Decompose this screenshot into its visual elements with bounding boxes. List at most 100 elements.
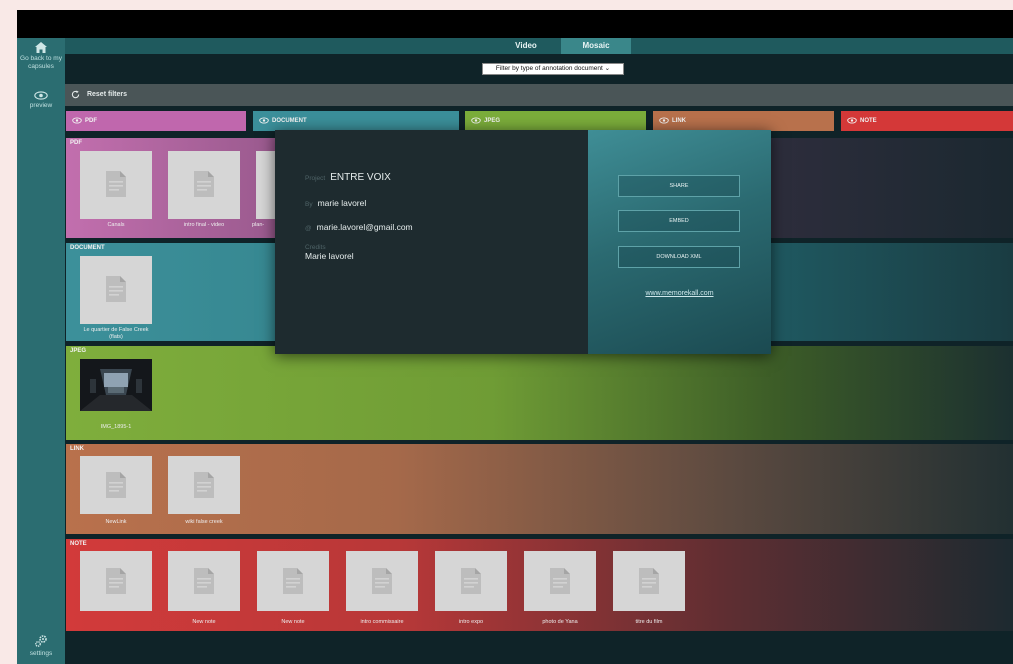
reset-filters-button[interactable]: Reset filters — [71, 84, 127, 106]
photo-thumbnail — [80, 359, 152, 411]
refresh-icon — [71, 90, 80, 98]
settings-button[interactable]: settings — [17, 634, 65, 658]
card-label: intro commissaire — [360, 619, 404, 625]
memorekall-link[interactable]: www.memorekall.com — [588, 290, 771, 297]
modal-info-panel: Project ENTRE VOIX By marie lavorel @ marie… — [275, 130, 588, 354]
eye-icon — [259, 117, 269, 124]
document-icon — [106, 276, 126, 302]
eye-icon — [471, 117, 481, 124]
filter-tab-link-label: LINK — [672, 118, 686, 124]
section-note-title: NOTE — [70, 541, 87, 547]
annotation-type-select[interactable]: Filter by type of annotation document ⌄ — [482, 63, 624, 75]
document-icon — [194, 568, 214, 594]
link-card-newlink[interactable] — [80, 456, 152, 514]
document-icon — [106, 171, 126, 197]
card-label: IMG_1895-1 — [100, 424, 132, 430]
author-line: By marie lavorel — [305, 198, 366, 208]
sidebar: Go back to my capsules preview settings — [17, 38, 65, 664]
filter-tab-jpeg[interactable]: JPEG — [465, 111, 646, 131]
tab-mosaic[interactable]: Mosaic — [561, 38, 631, 54]
preview-button-label: preview — [29, 102, 53, 109]
gears-icon — [35, 635, 47, 647]
document-icon — [106, 472, 126, 498]
author-label: By — [305, 201, 313, 208]
section-link: LINK NewLink wiki false creek — [66, 444, 1013, 534]
credits-value: Marie lavorel — [305, 251, 354, 261]
filter-tab-note[interactable]: NOTE — [841, 111, 1013, 131]
card-label: intro expo — [458, 619, 484, 625]
filter-bar: Filter by type of annotation document ⌄ — [65, 54, 1013, 84]
note-card-intro-commissaire[interactable] — [346, 551, 418, 611]
download-xml-button[interactable]: DOWNLOAD XML — [618, 246, 740, 268]
pdf-card-canals[interactable] — [80, 151, 152, 219]
note-card-photo-de-yana[interactable] — [524, 551, 596, 611]
card-label: photo de Yana — [542, 619, 578, 625]
author-email: marie.lavorel@gmail.com — [316, 222, 413, 232]
preview-button[interactable]: preview — [17, 91, 65, 110]
pdf-card-plan[interactable] — [256, 151, 276, 219]
modal-actions-panel: SHARE EMBED DOWNLOAD XML www.memorekall.… — [588, 130, 771, 354]
section-document-title: DOCUMENT — [70, 245, 105, 251]
eye-icon — [34, 91, 48, 100]
app-window: Go back to my capsules preview settings … — [17, 10, 1013, 664]
note-card-new-note-2[interactable] — [257, 551, 329, 611]
note-card-1[interactable] — [80, 551, 152, 611]
section-pdf-title: PDF — [70, 140, 82, 146]
note-card-intro-expo[interactable] — [435, 551, 507, 611]
section-note: NOTE New note New note intro commissaire… — [66, 539, 1013, 631]
share-modal: Project ENTRE VOIX By marie lavorel @ marie… — [275, 130, 771, 354]
card-label: wiki false creek — [185, 519, 223, 525]
eye-icon — [659, 117, 669, 124]
section-jpeg: JPEG IMG_1895-1 — [66, 346, 1013, 440]
embed-button[interactable]: EMBED — [618, 210, 740, 232]
card-label: NewLink — [105, 519, 127, 525]
eye-icon — [72, 117, 82, 124]
document-card-false-creek[interactable] — [80, 256, 152, 324]
filter-tab-link[interactable]: LINK — [653, 111, 834, 131]
credits-line: Credits Marie lavorel — [305, 244, 354, 261]
home-button-label: Go back to my capsules — [20, 55, 62, 70]
document-icon — [461, 568, 481, 594]
pdf-card-intro-final-video[interactable] — [168, 151, 240, 219]
eye-icon — [847, 117, 857, 124]
section-jpeg-title: JPEG — [70, 348, 87, 354]
card-label: Canals — [107, 222, 125, 228]
document-icon — [194, 171, 214, 197]
jpeg-card-img-1895[interactable] — [80, 359, 152, 411]
document-icon — [372, 568, 392, 594]
card-label: New note — [281, 619, 305, 625]
filter-tab-document-label: DOCUMENT — [272, 118, 307, 124]
reset-filters-label: Reset filters — [86, 91, 128, 98]
document-icon — [639, 568, 659, 594]
card-label: New note — [192, 619, 216, 625]
filter-tab-note-label: NOTE — [860, 118, 877, 124]
document-icon — [283, 568, 303, 594]
card-label: intro final - video — [183, 222, 225, 228]
at-label: @ — [305, 225, 312, 232]
filter-tab-pdf-label: PDF — [85, 118, 97, 124]
note-card-new-note-1[interactable] — [168, 551, 240, 611]
card-label: titre du film — [635, 619, 663, 625]
tab-video[interactable]: Video — [491, 38, 561, 54]
home-button[interactable]: Go back to my capsules — [17, 42, 65, 70]
filter-tab-jpeg-label: JPEG — [484, 118, 501, 124]
author-name: marie lavorel — [317, 198, 367, 208]
share-button[interactable]: SHARE — [618, 175, 740, 197]
note-card-titre-du-film[interactable] — [613, 551, 685, 611]
filter-tab-document[interactable]: DOCUMENT — [253, 111, 459, 131]
reset-filters-bar: Reset filters — [65, 84, 1013, 106]
document-icon — [106, 568, 126, 594]
card-label: Le quartier de False Creek (flats) — [83, 327, 149, 340]
section-link-title: LINK — [70, 446, 84, 452]
home-icon — [35, 42, 47, 53]
project-name: ENTRE VOIX — [330, 172, 391, 183]
link-card-wiki-false-creek[interactable] — [168, 456, 240, 514]
view-tabs: Video Mosaic — [65, 38, 1013, 54]
document-icon — [550, 568, 570, 594]
settings-button-label: settings — [29, 650, 53, 657]
email-line: @ marie.lavorel@gmail.com — [305, 222, 413, 232]
filter-tab-pdf[interactable]: PDF — [66, 111, 246, 131]
credits-label: Credits — [305, 244, 326, 251]
project-label: Project — [305, 175, 326, 182]
project-line: Project ENTRE VOIX — [305, 172, 391, 183]
